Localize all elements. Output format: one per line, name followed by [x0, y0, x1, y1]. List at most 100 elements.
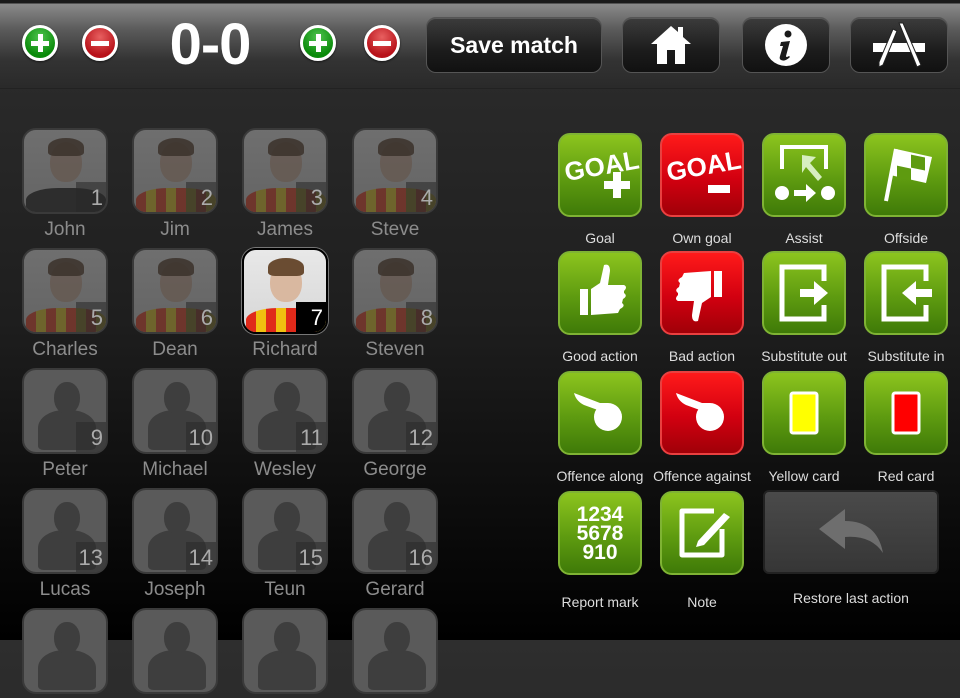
home-score-decrement-button[interactable]	[82, 25, 118, 61]
player-avatar[interactable]: 9	[22, 368, 108, 454]
action-tile[interactable]	[762, 371, 846, 455]
action-note-button[interactable]: Note	[652, 491, 752, 611]
player-item[interactable]: 15 Teun	[240, 488, 330, 602]
player-avatar[interactable]: 2	[132, 128, 218, 214]
player-avatar[interactable]	[22, 608, 108, 694]
action-offence-along-button[interactable]: Offence along	[550, 371, 650, 485]
away-score-increment-button[interactable]	[300, 25, 336, 61]
player-item[interactable]: 7 Richard	[240, 248, 330, 362]
substitute-in-icon	[866, 253, 946, 333]
note-edit-icon	[662, 493, 742, 573]
silhouette-head	[164, 382, 190, 414]
action-red-card-button[interactable]: Red card	[856, 371, 956, 485]
player-item[interactable]: 14 Joseph	[130, 488, 220, 602]
player-number: 12	[405, 422, 436, 452]
action-substitute-in-button[interactable]: Substitute in	[856, 251, 956, 365]
player-item[interactable]: 4 Steve	[350, 128, 440, 242]
player-item[interactable]: 16 Gerard	[350, 488, 440, 602]
player-item[interactable]: 8 Steven	[350, 248, 440, 362]
silhouette-head	[274, 622, 300, 654]
player-name: John	[44, 219, 86, 240]
player-item[interactable]: 13 Lucas	[20, 488, 110, 602]
svg-text:910: 910	[582, 541, 617, 564]
away-score-decrement-button[interactable]	[364, 25, 400, 61]
player-item[interactable]: 6 Dean	[130, 248, 220, 362]
restore-last-action-button[interactable]	[763, 490, 939, 574]
player-name: Charles	[32, 339, 98, 360]
player-avatar[interactable]: 12	[352, 368, 438, 454]
player-item[interactable]: 5 Charles	[20, 248, 110, 362]
silhouette-head	[54, 502, 80, 534]
player-avatar[interactable]: 15	[242, 488, 328, 574]
silhouette-head	[54, 382, 80, 414]
player-avatar[interactable]: 10	[132, 368, 218, 454]
player-avatar[interactable]: 4	[352, 128, 438, 214]
action-goal-button[interactable]: GOAL Goal	[550, 133, 650, 247]
player-avatar[interactable]	[132, 608, 218, 694]
action-tile[interactable]	[558, 371, 642, 455]
player-item[interactable]	[130, 608, 220, 698]
player-avatar[interactable]: 5	[22, 248, 108, 334]
player-avatar[interactable]: 7	[242, 248, 328, 334]
player-number: 7	[296, 302, 326, 332]
home-score-increment-button[interactable]	[22, 25, 58, 61]
action-tile[interactable]	[660, 251, 744, 335]
player-item[interactable]: 1 John	[20, 128, 110, 242]
action-offside-button[interactable]: Offside	[856, 133, 956, 247]
player-avatar[interactable]: 11	[242, 368, 328, 454]
action-tile[interactable]	[762, 133, 846, 217]
score-separator: -	[200, 12, 220, 77]
action-tile[interactable]	[864, 371, 948, 455]
silhouette-head	[274, 502, 300, 534]
action-assist-button[interactable]: Assist	[754, 133, 854, 247]
player-item[interactable]	[20, 608, 110, 698]
save-match-button[interactable]: Save match	[426, 17, 602, 73]
player-avatar[interactable]: 14	[132, 488, 218, 574]
player-item[interactable]: 10 Michael	[130, 368, 220, 482]
red-card-icon	[866, 373, 946, 453]
action-offence-against-button[interactable]: Offence against	[652, 371, 752, 485]
player-item[interactable]: 9 Peter	[20, 368, 110, 482]
info-button[interactable]	[742, 17, 830, 73]
player-number: 6	[186, 302, 216, 332]
player-avatar[interactable]: 3	[242, 128, 328, 214]
action-own-goal-button[interactable]: GOAL Own goal	[652, 133, 752, 247]
action-tile[interactable]: GOAL	[558, 133, 642, 217]
player-item[interactable]: 2 Jim	[130, 128, 220, 242]
player-avatar[interactable]	[352, 608, 438, 694]
app-store-button[interactable]	[850, 17, 948, 73]
action-tile[interactable]	[864, 251, 948, 335]
action-report-mark-button[interactable]: 1234 5678 910 Report mark	[550, 491, 650, 611]
player-item[interactable]: 11 Wesley	[240, 368, 330, 482]
player-avatar[interactable]: 6	[132, 248, 218, 334]
player-item[interactable]: 3 James	[240, 128, 330, 242]
action-tile[interactable]	[864, 133, 948, 217]
action-tile[interactable]	[558, 251, 642, 335]
action-tile[interactable]	[660, 491, 744, 575]
player-item[interactable]	[240, 608, 330, 698]
player-avatar[interactable]: 13	[22, 488, 108, 574]
action-good-action-button[interactable]: Good action	[550, 251, 650, 365]
action-bad-action-button[interactable]: Bad action	[652, 251, 752, 365]
player-number: 4	[406, 182, 436, 212]
player-number: 15	[295, 542, 326, 572]
action-yellow-card-button[interactable]: Yellow card	[754, 371, 854, 485]
player-item[interactable]	[350, 608, 440, 698]
player-avatar[interactable]: 16	[352, 488, 438, 574]
action-tile[interactable]	[762, 251, 846, 335]
player-avatar[interactable]: 8	[352, 248, 438, 334]
player-avatar[interactable]: 1	[22, 128, 108, 214]
action-label: Red card	[877, 468, 935, 484]
player-name: Peter	[42, 459, 88, 480]
player-avatar[interactable]	[242, 608, 328, 694]
player-name: James	[257, 219, 313, 240]
player-name: Gerard	[365, 579, 425, 600]
action-label: Assist	[785, 230, 823, 246]
silhouette-icon	[38, 650, 96, 690]
home-button[interactable]	[622, 17, 720, 73]
player-item[interactable]: 12 George	[350, 368, 440, 482]
action-tile[interactable]: GOAL	[660, 133, 744, 217]
action-substitute-out-button[interactable]: Substitute out	[754, 251, 854, 365]
action-tile[interactable]	[660, 371, 744, 455]
action-tile[interactable]: 1234 5678 910	[558, 491, 642, 575]
